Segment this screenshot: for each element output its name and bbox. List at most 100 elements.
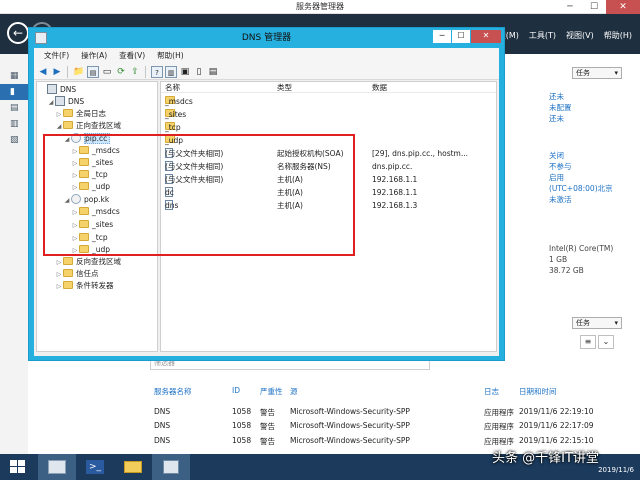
tree-subfolder[interactable]: ▷ _msdcs	[71, 145, 120, 157]
dns-manager-title: DNS 管理器	[241, 33, 292, 43]
property-value[interactable]: (UTC+08:00)北京	[549, 183, 613, 194]
forward-arrow-icon[interactable]: ▶	[51, 66, 63, 78]
maximize-button[interactable]: ☐	[582, 0, 606, 14]
file-explorer-taskbar-icon[interactable]	[114, 454, 152, 480]
tree-subfolder[interactable]: ▷ _tcp	[71, 232, 108, 244]
property-value: 38.72 GB	[549, 266, 584, 275]
property-value: 1 GB	[549, 255, 568, 264]
record-icon[interactable]: ▣	[179, 66, 191, 78]
back-arrow-icon[interactable]: ◀	[37, 66, 49, 78]
property-value[interactable]: 不参与	[549, 161, 613, 172]
tree-trust-points[interactable]: ▷ 信任点	[55, 268, 99, 280]
col-datetime[interactable]: 日期和时间	[519, 386, 557, 397]
maximize-button[interactable]: ☐	[452, 30, 470, 43]
expand-icon[interactable]: ⌄	[598, 335, 614, 349]
dns-record-list: 名称 类型 数据 _msdcs _sites _tcp _udp (与父文件夹相…	[160, 81, 497, 352]
menu-view[interactable]: 查看(V)	[113, 48, 151, 64]
start-button[interactable]	[0, 454, 38, 480]
menu-view[interactable]: 视图(V)	[566, 30, 594, 41]
record-row[interactable]: (与父文件夹相同) 主机(A) 192.168.1.1	[161, 174, 496, 186]
record-row[interactable]: dc 主机(A) 192.168.1.1	[161, 187, 496, 199]
file-services-icon[interactable]: ▥	[0, 116, 28, 132]
close-button[interactable]: ✕	[471, 30, 501, 43]
menu-help[interactable]: 帮助(H)	[151, 48, 190, 64]
server-icon[interactable]: ▯	[193, 66, 205, 78]
properties-group-2: 关闭 不参与 启用 (UTC+08:00)北京 未激活	[549, 150, 613, 205]
events-header: 服务器名称 ID 严重性 源 日志 日期和时间	[150, 386, 640, 399]
refresh-icon[interactable]: ⟳	[115, 66, 127, 78]
list-item[interactable]: _sites	[161, 109, 496, 121]
minimize-button[interactable]: ─	[558, 0, 582, 14]
tree-subfolder[interactable]: ▷ _tcp	[71, 169, 108, 181]
menu-help[interactable]: 帮助(H)	[604, 30, 632, 41]
dns-window-controls: ─ ☐ ✕	[433, 30, 501, 43]
help-icon[interactable]: ?	[151, 65, 163, 78]
folder-icon	[79, 245, 89, 253]
back-button[interactable]: ←	[7, 22, 29, 44]
filter-options-icon[interactable]: ≡	[580, 335, 596, 349]
folder-icon	[63, 269, 73, 277]
minimize-button[interactable]: ─	[433, 30, 451, 43]
tasks-dropdown-top[interactable]: 任务 ▾	[572, 67, 622, 79]
tree-subfolder[interactable]: ▷ _udp	[71, 181, 110, 193]
col-data[interactable]: 数据	[372, 82, 387, 93]
menu-file[interactable]: 文件(F)	[38, 48, 75, 64]
dns-menubar: 文件(F) 操作(A) 查看(V) 帮助(H)	[34, 48, 499, 64]
tree-conditional-forwarders[interactable]: ▷ 条件转发器	[55, 280, 114, 292]
properties-group-3: Intel(R) Core(TM) 1 GB 38.72 GB	[549, 243, 613, 276]
dns-role-icon[interactable]: ▧	[0, 132, 28, 148]
col-server-name[interactable]: 服务器名称	[154, 386, 192, 397]
powershell-taskbar-icon[interactable]: >_	[76, 454, 114, 480]
tree-forward-zones[interactable]: ◢ 正向查找区域	[55, 120, 121, 132]
tree-global-logs[interactable]: ▷ 全局日志	[55, 108, 106, 120]
event-row[interactable]: DNS 1058 警告 Microsoft-Windows-Security-S…	[150, 421, 640, 433]
tree-root-dns[interactable]: DNS	[39, 84, 76, 96]
export-icon[interactable]: ⇪	[129, 66, 141, 78]
tree-subfolder[interactable]: ▷ _sites	[71, 219, 113, 231]
zone-icon	[71, 133, 81, 143]
tree-subfolder[interactable]: ▷ _udp	[71, 244, 110, 256]
property-value[interactable]: 未激活	[549, 194, 613, 205]
col-severity[interactable]: 严重性	[260, 386, 283, 397]
col-type[interactable]: 类型	[277, 82, 292, 93]
property-value[interactable]: 关闭	[549, 150, 613, 161]
record-list-header: 名称 类型 数据	[161, 82, 496, 93]
col-id[interactable]: ID	[232, 386, 240, 395]
close-button[interactable]: ✕	[606, 0, 640, 14]
host-icon[interactable]: ▤	[207, 66, 219, 78]
tree-subfolder[interactable]: ▷ _msdcs	[71, 206, 120, 218]
menu-tools[interactable]: 工具(T)	[529, 30, 556, 41]
dns-app-icon	[35, 32, 47, 44]
property-value[interactable]: 还未	[549, 113, 572, 124]
property-value[interactable]: 未配置	[549, 102, 572, 113]
tree-subfolder[interactable]: ▷ _sites	[71, 157, 113, 169]
menu-action[interactable]: 操作(A)	[75, 48, 113, 64]
record-row[interactable]: dns 主机(A) 192.168.1.3	[161, 200, 496, 212]
tasks-dropdown-events[interactable]: 任务 ▾	[572, 317, 622, 329]
list-item[interactable]: _tcp	[161, 122, 496, 134]
dashboard-icon[interactable]: ▦	[0, 68, 28, 84]
list-item[interactable]: _udp	[161, 135, 496, 147]
delete-icon[interactable]: ▭	[101, 66, 113, 78]
tree-reverse-zones[interactable]: ▷ 反向查找区域	[55, 256, 121, 268]
property-value[interactable]: 启用	[549, 172, 613, 183]
tree-zone-pop-kk[interactable]: ◢ pop.kk	[63, 194, 109, 206]
event-row[interactable]: DNS 1058 警告 Microsoft-Windows-Security-S…	[150, 407, 640, 419]
list-item[interactable]: _msdcs	[161, 96, 496, 108]
record-row[interactable]: (与父文件夹相同) 名称服务器(NS) dns.pip.cc.	[161, 161, 496, 173]
col-log[interactable]: 日志	[484, 386, 499, 397]
col-source[interactable]: 源	[290, 386, 298, 397]
show-tree-icon[interactable]: ▤	[87, 65, 99, 78]
server-manager-taskbar-icon[interactable]	[38, 454, 76, 480]
up-folder-icon[interactable]: 📁	[73, 66, 85, 78]
local-server-icon[interactable]: ▮	[0, 84, 28, 100]
all-servers-icon[interactable]: ▤	[0, 100, 28, 116]
tree-zone-pip-cc[interactable]: ◢ pip.cc	[63, 133, 111, 145]
dns-manager-taskbar-icon[interactable]	[152, 454, 190, 480]
tree-server-dns[interactable]: ◢ DNS	[47, 96, 84, 108]
dns-tree-pane: DNS ◢ DNS ▷ 全局日志 ◢ 正向查找区域 ◢ pip.cc ▷ _msdcs ▷…	[36, 81, 158, 352]
record-row[interactable]: (与父文件夹相同) 起始授权机构(SOA) [29], dns.pip.cc.,…	[161, 148, 496, 160]
properties-icon[interactable]: ▥	[165, 65, 177, 78]
col-name[interactable]: 名称	[165, 82, 180, 93]
property-value[interactable]: 还未	[549, 91, 572, 102]
